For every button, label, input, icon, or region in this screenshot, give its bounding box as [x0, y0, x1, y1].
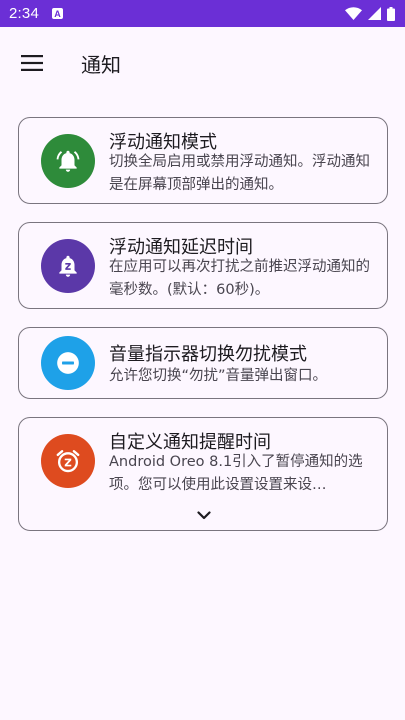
signal-icon — [368, 7, 381, 20]
bell-snooze-icon — [59, 255, 77, 277]
card-description: 切换全局启用或禁用浮动通知。浮动通知是在屏幕顶部弹出的通知。 — [109, 154, 370, 193]
battery-icon — [387, 6, 395, 21]
card-description: 在应用可以再次打扰之前推迟浮动通知的毫秒数。(默认：60秒)。 — [109, 259, 370, 298]
do-not-disturb-icon — [57, 352, 79, 374]
bell-ring-icon — [56, 150, 80, 172]
status-bar: 2:34 A — [0, 0, 405, 27]
wifi-icon — [345, 7, 362, 20]
card-floating-notification-delay[interactable]: 浮动通知延迟时间 在应用可以再次打扰之前推迟浮动通知的毫秒数。(默认：60秒)。 — [18, 222, 388, 309]
menu-button[interactable] — [0, 27, 64, 99]
card-icon-circle — [41, 336, 95, 390]
expand-button[interactable] — [191, 504, 217, 526]
app-bar: 通知 — [0, 27, 405, 99]
page-title: 通知 — [81, 52, 121, 77]
alarm-snooze-icon — [56, 450, 80, 473]
card-floating-notification-mode[interactable]: 浮动通知模式 切换全局启用或禁用浮动通知。浮动通知是在屏幕顶部弹出的通知。 — [18, 117, 388, 204]
card-icon-circle — [41, 239, 95, 293]
card-title: 音量指示器切换勿扰模式 — [109, 344, 307, 365]
status-time: 2:34 — [9, 5, 39, 22]
card-description: 允许您切换“勿扰”音量弹出窗口。 — [109, 368, 328, 384]
card-icon-circle — [41, 434, 95, 488]
card-icon-circle — [41, 134, 95, 188]
status-icons — [345, 6, 395, 21]
chevron-down-icon — [197, 510, 211, 519]
card-volume-dnd-toggle[interactable]: 音量指示器切换勿扰模式 允许您切换“勿扰”音量弹出窗口。 — [18, 327, 388, 399]
card-custom-notification-snooze[interactable]: 自定义通知提醒时间 Android Oreo 8.1引入了暂停通知的选项。您可以… — [18, 417, 388, 531]
notification-a-icon: A — [52, 8, 63, 19]
menu-icon — [21, 55, 43, 71]
card-description: Android Oreo 8.1引入了暂停通知的选项。您可以使用此设置设置来设… — [109, 454, 363, 493]
